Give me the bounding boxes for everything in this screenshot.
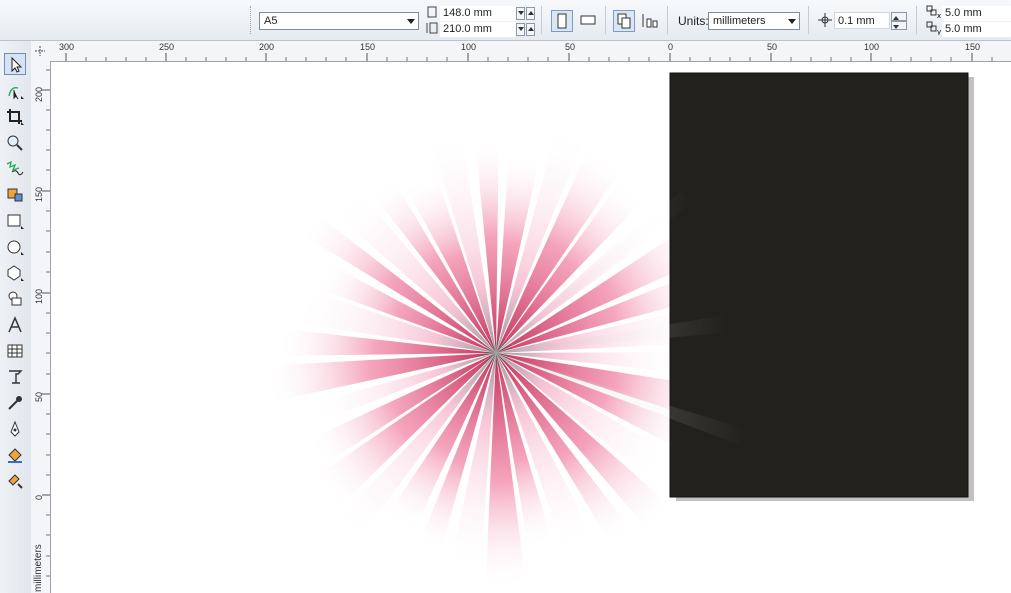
text-tool-icon — [8, 316, 22, 333]
page-height-field[interactable]: 210.0 mm — [440, 22, 516, 37]
all-pages-button[interactable] — [613, 10, 635, 32]
duplicate-x-icon: x — [926, 5, 941, 19]
polygon-tool-icon — [7, 265, 24, 281]
horizontal-ruler[interactable]: 300 250 200 150 100 50 0 50 100 150 — [50, 41, 1011, 62]
pick-tool-icon — [11, 56, 23, 73]
h-ruler-label: 50 — [767, 42, 778, 52]
h-ruler-label: 100 — [864, 42, 880, 52]
interactive-tool[interactable] — [4, 366, 26, 388]
duplicate-y-value: 5.0 mm — [945, 23, 982, 35]
units-dropdown[interactable]: millimeters — [708, 12, 800, 30]
ruler-unit-label: millimeters — [33, 544, 44, 592]
outline-tool-icon — [10, 420, 20, 437]
table-tool-icon — [7, 344, 23, 358]
pick-tool[interactable] — [4, 53, 26, 75]
text-tool[interactable] — [4, 314, 26, 336]
interactive-fill-tool-icon — [8, 474, 23, 489]
v-ruler-label: 100 — [34, 288, 44, 304]
h-ruler-label: 150 — [360, 42, 376, 52]
duplicate-x-field[interactable]: 5.0 mm — [942, 6, 1011, 21]
freehand-tool[interactable] — [4, 158, 26, 180]
drawing-area[interactable] — [51, 62, 1011, 593]
page-width-icon — [427, 6, 437, 18]
all-pages-icon — [617, 13, 631, 29]
chevron-down-icon — [407, 19, 415, 24]
current-page-icon — [642, 14, 658, 28]
property-bar: A5 148.0 mm 210.0 mm Units: millimeters … — [0, 0, 1011, 41]
basic-shapes-tool[interactable] — [4, 288, 26, 310]
polygon-tool[interactable] — [4, 262, 26, 284]
smart-fill-tool[interactable] — [4, 184, 26, 206]
duplicate-x-value: 5.0 mm — [945, 7, 982, 19]
page-width-value: 148.0 mm — [443, 7, 492, 19]
paper-size-dropdown[interactable]: A5 — [259, 12, 419, 30]
shape-tool[interactable] — [4, 80, 26, 102]
h-ruler-label: 200 — [259, 42, 275, 52]
drawing-canvas[interactable] — [51, 62, 1011, 593]
v-ruler-label: 50 — [34, 391, 44, 402]
fill-tool[interactable] — [4, 444, 26, 466]
h-ruler-label: 150 — [965, 42, 981, 52]
shape-tool-icon — [8, 86, 24, 100]
ruler-origin-icon — [35, 46, 45, 56]
fill-tool-icon — [8, 448, 22, 463]
nudge-value: 0.1 mm — [838, 15, 875, 27]
h-ruler-label: 250 — [159, 42, 175, 52]
v-ruler-label: 200 — [34, 86, 44, 102]
page-width-field[interactable]: 148.0 mm — [440, 6, 516, 21]
crop-tool-icon — [7, 109, 24, 125]
duplicate-y-icon: y — [926, 21, 941, 35]
page-height-icon — [426, 22, 438, 34]
vertical-ruler[interactable]: 200 150 100 50 0 — [31, 61, 51, 593]
rectangle-tool[interactable] — [4, 210, 26, 232]
units-label: Units: — [678, 14, 709, 28]
starburst-graphic[interactable] — [263, 121, 721, 590]
duplicate-y-field[interactable]: 5.0 mm — [942, 22, 1011, 37]
current-page-button[interactable] — [640, 10, 662, 32]
nudge-spin-down[interactable] — [891, 21, 907, 30]
paper-size-value: A5 — [264, 15, 278, 27]
eyedropper-tool-icon — [8, 396, 22, 410]
nudge-field[interactable]: 0.1 mm — [834, 12, 890, 29]
v-ruler-label: 0 — [34, 494, 44, 500]
interactive-fill-tool[interactable] — [4, 470, 26, 492]
ellipse-tool[interactable] — [4, 236, 26, 258]
landscape-button[interactable] — [578, 10, 600, 32]
page-width-spin-down[interactable] — [516, 7, 525, 20]
table-tool[interactable] — [4, 340, 26, 362]
svg-text:y: y — [937, 28, 941, 35]
page-height-value: 210.0 mm — [443, 23, 492, 35]
toolbox — [0, 41, 32, 593]
basic-shapes-tool-icon — [8, 291, 22, 306]
ruler-origin[interactable] — [31, 41, 51, 62]
page-width-spin-up[interactable] — [526, 7, 535, 20]
landscape-icon — [580, 15, 596, 25]
toolbar-grip[interactable] — [250, 6, 253, 34]
interactive-tool-icon — [9, 370, 23, 384]
h-ruler-label: 100 — [461, 42, 477, 52]
nudge-spin-up[interactable] — [891, 12, 907, 21]
outline-tool[interactable] — [4, 418, 26, 440]
h-ruler-label: 0 — [668, 42, 674, 52]
eyedropper-tool[interactable] — [4, 392, 26, 414]
rectangle-tool-icon — [7, 214, 24, 229]
freehand-tool-icon — [6, 160, 24, 176]
portrait-button[interactable] — [551, 10, 573, 32]
v-ruler-label: 150 — [34, 186, 44, 202]
nudge-icon — [818, 13, 832, 27]
h-ruler-label: 300 — [59, 42, 75, 52]
chevron-down-icon — [788, 19, 796, 24]
h-ruler-label: 50 — [565, 42, 576, 52]
page-height-spin-down[interactable] — [516, 23, 525, 36]
zoom-tool-icon — [7, 135, 23, 151]
svg-text:x: x — [937, 12, 941, 19]
ellipse-tool-icon — [7, 240, 24, 255]
zoom-tool[interactable] — [4, 132, 26, 154]
crop-tool[interactable] — [4, 106, 26, 128]
vertical-ruler-ticks — [42, 69, 50, 577]
page-height-spin-up[interactable] — [526, 23, 535, 36]
portrait-icon — [557, 13, 567, 29]
smart-fill-tool-icon — [7, 188, 23, 202]
units-value: millimeters — [713, 15, 766, 27]
